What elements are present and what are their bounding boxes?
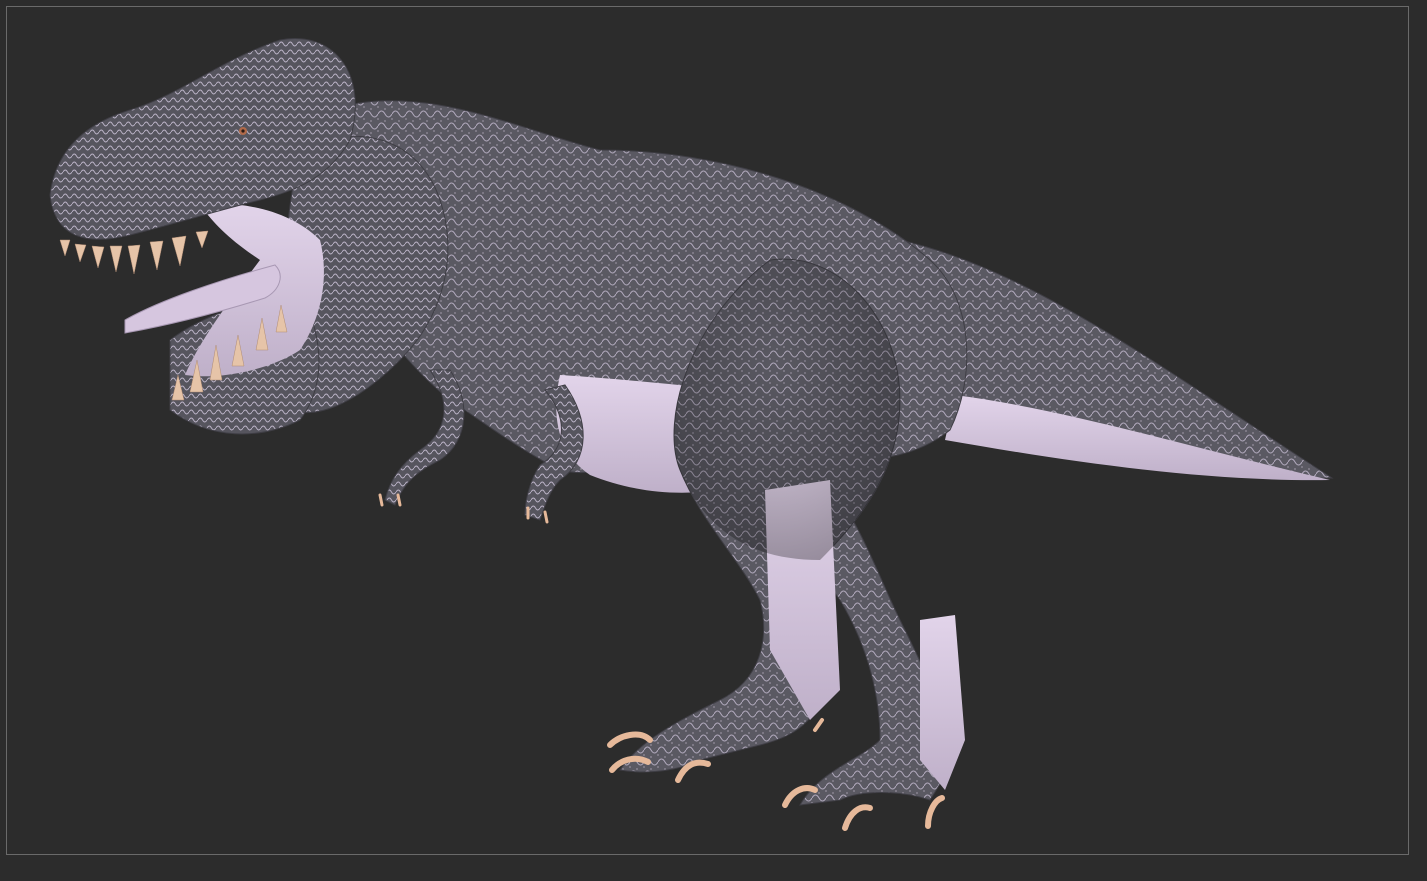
3d-viewport[interactable] [0,0,1427,881]
trex-model[interactable] [0,0,1427,881]
left-arm [384,369,465,506]
